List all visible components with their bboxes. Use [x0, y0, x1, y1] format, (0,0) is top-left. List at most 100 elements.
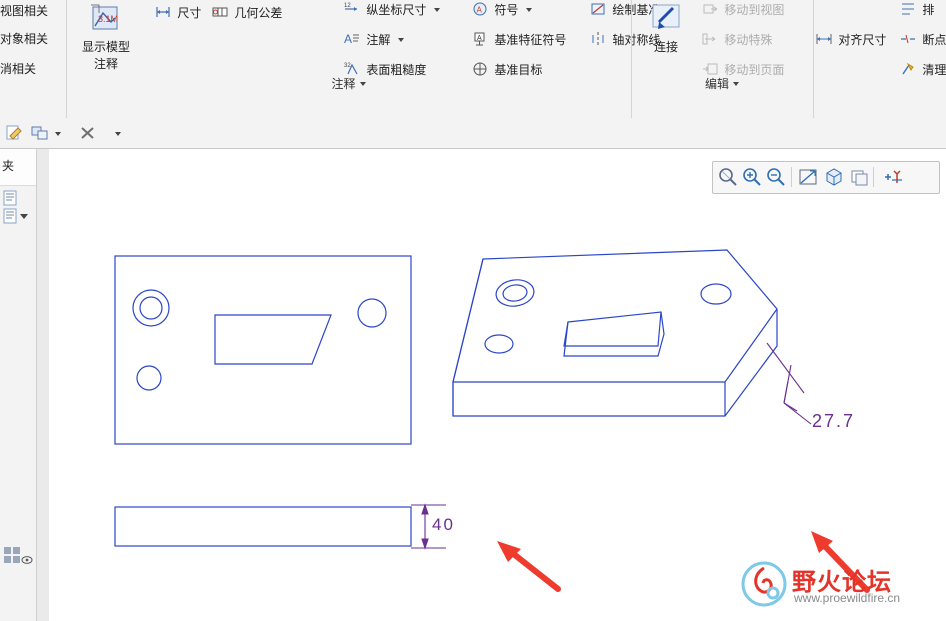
view-toolbar: [712, 161, 940, 194]
navigator-header-label: 夹: [2, 159, 15, 173]
ribbon-item-move-to-view: 移动到视图: [702, 0, 784, 21]
svg-text:32: 32: [344, 63, 351, 69]
bottom-view: [114, 506, 412, 547]
view-toolbar-separator-1: [791, 167, 792, 187]
ribbon-item-dimension[interactable]: 尺寸: [155, 2, 201, 24]
ribbon-left-labels: 视图相关 对象相关 消相关: [0, 0, 66, 95]
zoom-out-button[interactable]: [765, 166, 787, 188]
ribbon-group-arrange: 对齐尺寸 排 断点 清理: [814, 0, 946, 95]
ribbon-item-note-label: 注解: [366, 33, 391, 47]
flame-swirl-icon: [741, 561, 787, 607]
chevron-down-icon[interactable]: [433, 8, 440, 12]
svg-text:A: A: [477, 35, 482, 42]
watermark: 野火论坛 www.proewildfire.cn: [740, 560, 940, 612]
ribbon-group-edit-caption[interactable]: 编辑: [632, 73, 812, 95]
chevron-down-icon[interactable]: [359, 82, 366, 86]
show-model-annotations-label-1: 显示模型: [81, 40, 130, 54]
ribbon-group-annotation-caption-text: 注释: [331, 77, 356, 91]
arrange-icon: [900, 1, 916, 17]
connect-button-label: 连接: [653, 40, 678, 54]
ribbon-item-move-special: 移动特殊: [702, 29, 772, 51]
svg-text:A: A: [477, 6, 483, 15]
arrow-pointer-bottom: [497, 541, 561, 592]
dim-27.7-value[interactable]: 27.7: [812, 411, 855, 432]
view-manager-button[interactable]: [30, 123, 50, 143]
ribbon-group-edit: 连接 移动到视图 移动特殊 移动到页面 编辑: [632, 0, 812, 95]
ribbon-item-symbol-label: 符号: [494, 3, 519, 17]
ribbon-item-align-dim-label: 对齐尺寸: [838, 33, 887, 47]
zoom-region-button[interactable]: [717, 166, 739, 188]
symbol-icon: A: [472, 1, 488, 17]
ribbon-item-arrange[interactable]: 排: [900, 0, 934, 21]
ribbon-item-dimension-label: 尺寸: [177, 6, 202, 20]
ribbon: 视图相关 对象相关 消相关 3.1M 显示模型 注释 尺寸 几何公差 12 纵坐…: [0, 0, 946, 119]
ribbon-item-move-to-view-label: 移动到视图: [724, 3, 785, 17]
secondary-toolbar: [0, 118, 946, 149]
move-special-icon: [702, 31, 718, 47]
align-dim-icon: [816, 31, 832, 47]
ribbon-item-ordinate-dim-label: 纵坐标尺寸: [366, 3, 427, 17]
ribbon-item-note[interactable]: A 注解: [344, 29, 404, 51]
ribbon-group-annotation-caption[interactable]: 注释: [67, 73, 630, 95]
ribbon-item-symbol[interactable]: A 符号: [472, 0, 532, 21]
ribbon-item-align-dim[interactable]: 对齐尺寸: [816, 29, 886, 51]
drawing-canvas[interactable]: [49, 149, 946, 621]
model-tree-row[interactable]: [2, 189, 20, 207]
break-point-icon: [900, 31, 916, 47]
panel-splitter[interactable]: [36, 149, 50, 621]
show-model-annotations-button[interactable]: 3.1M 显示模型 注释: [70, 2, 142, 72]
display-style-button[interactable]: [823, 166, 845, 188]
ribbon-item-break-point-label: 断点: [922, 33, 946, 47]
ribbon-left-label-1: 对象相关: [0, 32, 49, 46]
gtol-icon: [212, 4, 228, 20]
datum-feature-icon: A: [472, 31, 488, 47]
dim-40-value[interactable]: 40: [432, 515, 455, 535]
chevron-down-icon[interactable]: [733, 82, 739, 86]
dim-27.7-leader: [766, 342, 812, 425]
refit-button[interactable]: [797, 166, 819, 188]
note-icon: A: [344, 31, 360, 47]
show-model-annotations-label-2: 注释: [93, 57, 118, 71]
ordinate-dim-icon: 12: [344, 1, 360, 17]
annotation-display-button[interactable]: [881, 166, 907, 188]
ribbon-item-gtol[interactable]: 几何公差: [212, 2, 282, 24]
chevron-down-icon[interactable]: [397, 38, 404, 42]
connect-button[interactable]: 连接: [635, 2, 697, 55]
ribbon-left-label-0: 视图相关: [0, 4, 49, 18]
view-toolbar-separator-2: [873, 167, 874, 187]
view-manager-dropdown[interactable]: [52, 123, 64, 143]
ribbon-item-move-special-label: 移动特殊: [724, 33, 773, 47]
svg-text:A: A: [344, 32, 352, 46]
connect-arrow-icon: [649, 2, 683, 36]
chevron-down-icon[interactable]: [525, 8, 532, 12]
ribbon-item-datum-feature[interactable]: A 基准特征符号: [472, 29, 566, 51]
svg-text:12: 12: [344, 3, 351, 9]
ribbon-left-label-2: 消相关: [0, 62, 37, 76]
ribbon-item-ordinate-dim[interactable]: 12 纵坐标尺寸: [344, 0, 440, 21]
erase-button[interactable]: [78, 123, 98, 143]
move-to-view-icon: [702, 1, 718, 17]
isometric-view: [452, 249, 778, 417]
front-view: [114, 255, 412, 445]
layers-row[interactable]: [2, 207, 32, 225]
zoom-in-button[interactable]: [741, 166, 763, 188]
sketch-datum-icon: [590, 1, 606, 17]
axis-symmetry-icon: [590, 31, 606, 47]
display-row[interactable]: [2, 544, 36, 570]
ribbon-item-arrange-label: 排: [922, 3, 935, 17]
new-annotation-button[interactable]: [4, 123, 24, 143]
dimension-icon: [155, 4, 171, 20]
saved-views-button[interactable]: [849, 166, 871, 188]
ribbon-item-gtol-label: 几何公差: [234, 6, 283, 20]
ribbon-group-edit-caption-text: 编辑: [704, 77, 729, 91]
graphics-area[interactable]: 27.7 40: [49, 149, 946, 621]
ribbon-item-cleanup[interactable]: 清理: [900, 59, 946, 81]
filter-dropdown[interactable]: [112, 123, 124, 143]
ribbon-item-cleanup-label: 清理: [922, 63, 946, 77]
svg-text:3.1M: 3.1M: [98, 14, 118, 24]
watermark-url: www.proewildfire.cn: [794, 591, 901, 605]
ribbon-group-annotation: 3.1M 显示模型 注释 尺寸 几何公差 12 纵坐标尺寸 A 注解 32 表面…: [67, 0, 674, 95]
ribbon-item-break-point[interactable]: 断点: [900, 29, 946, 51]
model-annotation-icon: 3.1M: [89, 2, 123, 36]
ribbon-item-datum-feature-label: 基准特征符号: [494, 33, 567, 47]
